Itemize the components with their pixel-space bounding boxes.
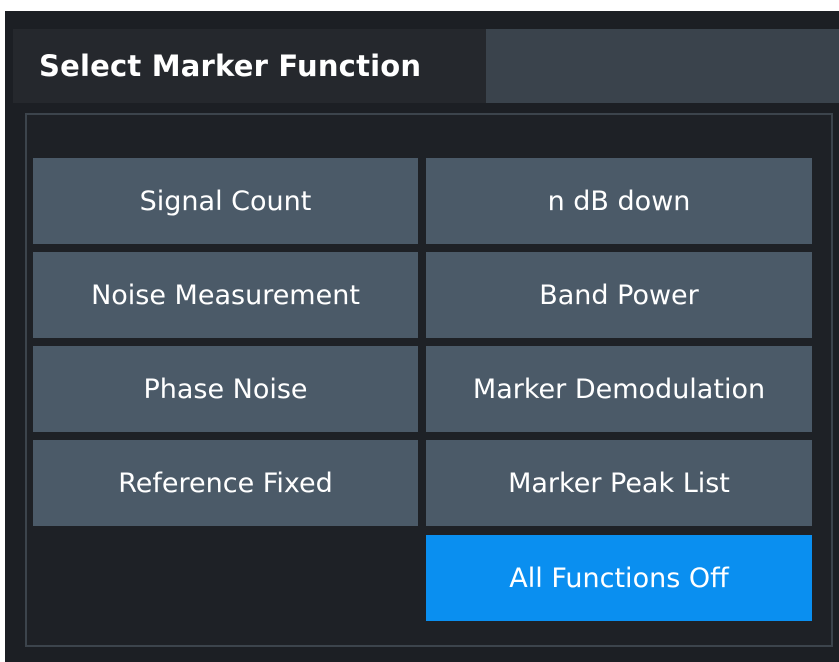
band-power-button[interactable]: Band Power xyxy=(426,252,812,338)
signal-count-button[interactable]: Signal Count xyxy=(33,158,418,244)
dialog-title: Select Marker Function xyxy=(39,49,422,83)
all-functions-off-button[interactable]: All Functions Off xyxy=(426,535,812,621)
noise-measurement-button[interactable]: Noise Measurement xyxy=(33,252,418,338)
marker-demodulation-button[interactable]: Marker Demodulation xyxy=(426,346,812,432)
reference-fixed-button[interactable]: Reference Fixed xyxy=(33,440,418,526)
title-tab: Select Marker Function xyxy=(13,29,486,103)
phase-noise-button[interactable]: Phase Noise xyxy=(33,346,418,432)
title-bar-filler xyxy=(486,29,839,103)
marker-peak-list-button[interactable]: Marker Peak List xyxy=(426,440,812,526)
n-db-down-button[interactable]: n dB down xyxy=(426,158,812,244)
title-bar: Select Marker Function xyxy=(5,11,839,103)
